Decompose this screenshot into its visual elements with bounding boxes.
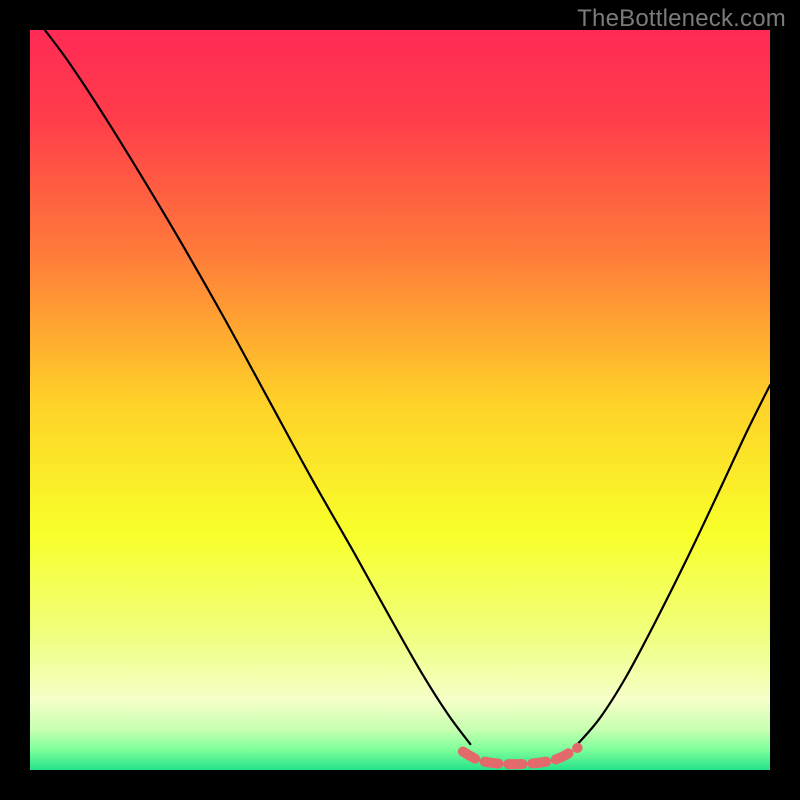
plot-area — [30, 30, 770, 770]
chart-svg — [30, 30, 770, 770]
chart-frame: TheBottleneck.com — [0, 0, 800, 800]
gradient-background — [30, 30, 770, 770]
watermark-text: TheBottleneck.com — [577, 5, 786, 33]
